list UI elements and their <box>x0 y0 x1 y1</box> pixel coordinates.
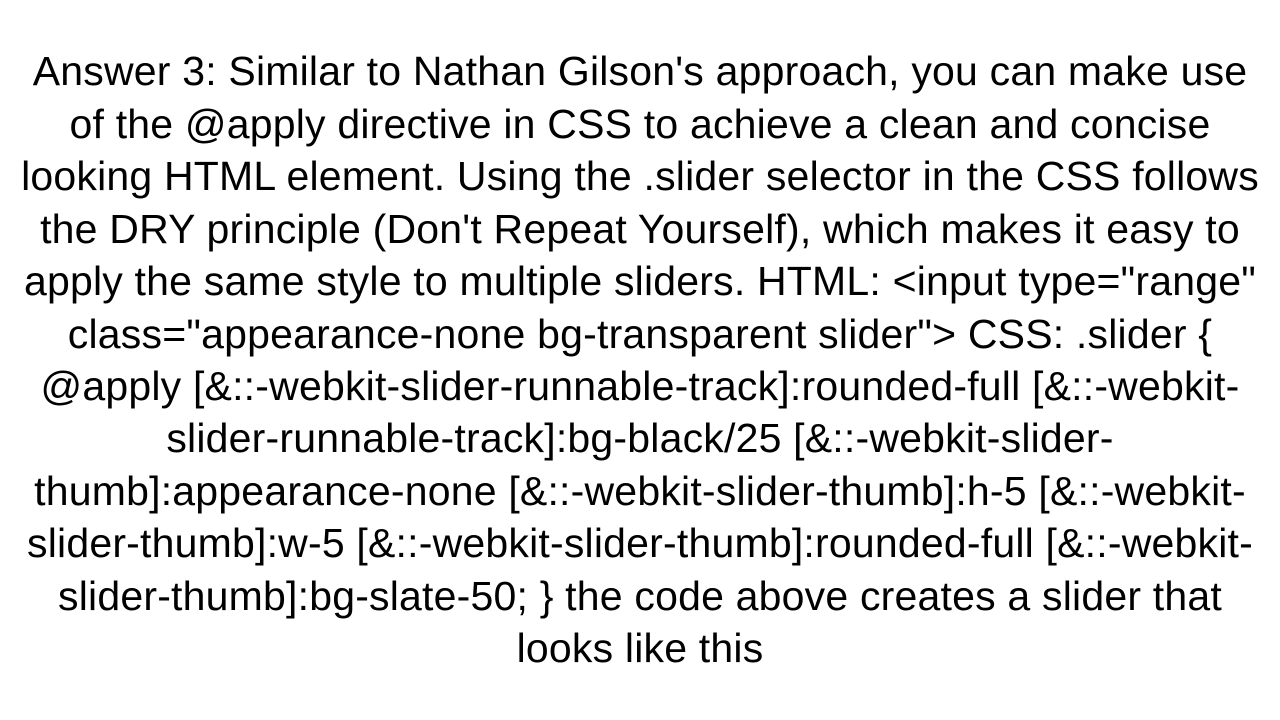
answer-text: Answer 3: Similar to Nathan Gilson's app… <box>10 45 1270 675</box>
